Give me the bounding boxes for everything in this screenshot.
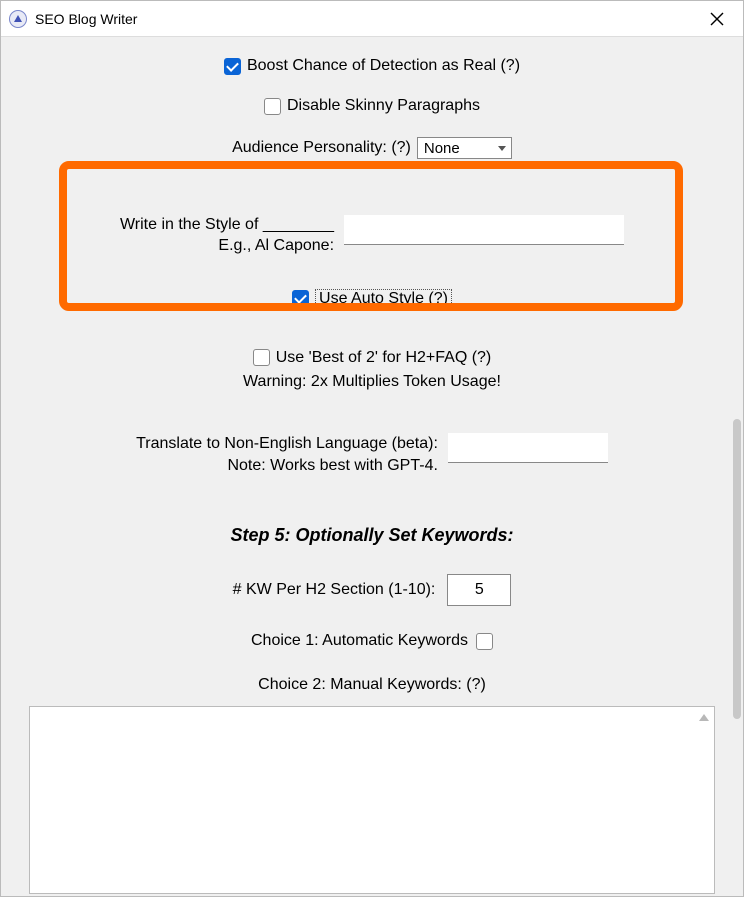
scroll-area: Boost Chance of Detection as Real (?) Di… <box>3 39 741 894</box>
manual-keywords-wrap <box>29 706 715 894</box>
auto-style-row: Use Auto Style (?) <box>292 289 452 309</box>
content-area: Boost Chance of Detection as Real (?) Di… <box>1 37 743 896</box>
auto-style-checkbox[interactable] <box>292 290 309 307</box>
style-label-line1: Write in the Style of ________ <box>120 215 334 236</box>
titlebar: SEO Blog Writer <box>1 1 743 37</box>
choice1-label: Choice 1: Automatic Keywords <box>251 632 468 650</box>
choice1-checkbox[interactable] <box>476 633 493 650</box>
auto-style-label: Use Auto Style (?) <box>315 289 452 309</box>
boost-detection-label: Boost Chance of Detection as Real (?) <box>247 57 520 75</box>
style-input[interactable] <box>344 215 624 245</box>
best-of-2-label: Use 'Best of 2' for H2+FAQ (?) <box>276 349 492 367</box>
main-scrollbar[interactable] <box>733 419 741 719</box>
kw-per-h2-label: # KW Per H2 Section (1-10): <box>233 581 436 599</box>
textarea-scroll-up-icon[interactable] <box>696 709 712 725</box>
style-row: Write in the Style of ________ E.g., Al … <box>120 215 624 257</box>
style-label-block: Write in the Style of ________ E.g., Al … <box>120 215 334 257</box>
style-section: Write in the Style of ________ E.g., Al … <box>3 215 741 309</box>
audience-row: Audience Personality: (?) None <box>232 137 512 159</box>
translate-label-block: Translate to Non-English Language (beta)… <box>136 433 438 478</box>
window-title: SEO Blog Writer <box>35 11 137 27</box>
titlebar-left: SEO Blog Writer <box>9 10 137 28</box>
step5-heading: Step 5: Optionally Set Keywords: <box>230 525 513 546</box>
translate-row: Translate to Non-English Language (beta)… <box>136 433 608 478</box>
disable-skinny-label: Disable Skinny Paragraphs <box>287 97 480 115</box>
audience-select[interactable]: None <box>417 137 512 159</box>
kw-per-h2-input[interactable] <box>447 574 511 606</box>
choice2-label: Choice 2: Manual Keywords: (?) <box>258 676 486 693</box>
close-button[interactable] <box>701 5 733 33</box>
close-icon <box>710 12 724 26</box>
audience-label: Audience Personality: (?) <box>232 139 411 157</box>
translate-label-line2: Note: Works best with GPT-4. <box>136 455 438 477</box>
style-label-line2: E.g., Al Capone: <box>120 236 334 257</box>
boost-detection-checkbox[interactable] <box>224 58 241 75</box>
app-window: SEO Blog Writer Boost Chance of Detectio… <box>0 0 744 897</box>
best-of-2-warning: Warning: 2x Multiplies Token Usage! <box>243 373 501 391</box>
audience-selected-value: None <box>424 140 460 157</box>
translate-label-line1: Translate to Non-English Language (beta)… <box>136 433 438 455</box>
boost-detection-row: Boost Chance of Detection as Real (?) <box>224 57 520 75</box>
choice2-row: Choice 2: Manual Keywords: (?) <box>258 676 486 694</box>
best-of-2-row: Use 'Best of 2' for H2+FAQ (?) <box>253 349 492 367</box>
disable-skinny-checkbox[interactable] <box>264 98 281 115</box>
best-of-2-checkbox[interactable] <box>253 349 270 366</box>
disable-skinny-row: Disable Skinny Paragraphs <box>264 97 480 115</box>
translate-input[interactable] <box>448 433 608 463</box>
app-icon <box>9 10 27 28</box>
kw-per-h2-row: # KW Per H2 Section (1-10): <box>233 574 512 606</box>
choice1-row: Choice 1: Automatic Keywords <box>251 632 493 650</box>
manual-keywords-textarea[interactable] <box>30 707 694 893</box>
